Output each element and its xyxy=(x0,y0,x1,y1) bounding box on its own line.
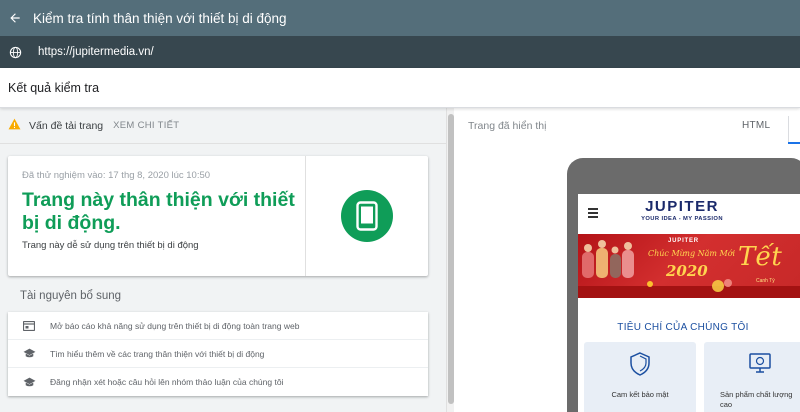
left-panel-scrollbar[interactable] xyxy=(446,108,454,412)
phone-screen[interactable]: JUPITER YOUR IDEA - MY PASSION JUPITER C… xyxy=(578,194,800,412)
globe-icon xyxy=(0,46,30,59)
back-arrow-icon[interactable] xyxy=(0,11,30,25)
banner-year: 2020 xyxy=(666,262,708,280)
resource-label: Tìm hiểu thêm về các trang thân thiện vớ… xyxy=(50,348,265,359)
banner-greeting: Chúc Mừng Năm Mới xyxy=(648,249,736,258)
banner-subtitle: Canh Tý xyxy=(756,278,775,284)
hamburger-menu-icon[interactable] xyxy=(588,208,598,220)
tab-separator xyxy=(788,116,800,144)
resource-item-report[interactable]: Mở báo cáo khả năng sử dụng trên thiết b… xyxy=(8,312,428,340)
banner-tet: Tết xyxy=(738,242,782,272)
criteria-section-title: TIÊU CHÍ CỦA CHÚNG TÔI xyxy=(617,322,749,333)
page-loading-issues-row: Vấn đề tải trang XEM CHI TIẾT xyxy=(0,108,446,144)
site-header: JUPITER YOUR IDEA - MY PASSION xyxy=(578,194,800,232)
left-panel: Vấn đề tải trang XEM CHI TIẾT Đã thử ngh… xyxy=(0,108,446,412)
new-year-banner[interactable]: JUPITER Chúc Mừng Năm Mới 2020 Tết Canh … xyxy=(578,234,800,298)
banner-logo: JUPITER xyxy=(668,238,699,244)
tab-html[interactable]: HTML xyxy=(742,120,770,131)
resources-list: Mở báo cáo khả năng sử dụng trên thiết b… xyxy=(8,312,428,396)
resource-label: Đăng nhận xét hoặc câu hỏi lên nhóm thảo… xyxy=(50,377,284,387)
feature-card-quality[interactable]: Sản phẩm chất lượng cao xyxy=(704,342,800,412)
tested-url[interactable]: https://jupitermedia.vn/ xyxy=(38,46,154,58)
preview-tabs: Trang đã hiển thị HTML xyxy=(454,108,800,144)
feature-label: Cam kết bảo mật xyxy=(611,390,669,399)
view-details-link[interactable]: XEM CHI TIẾT xyxy=(113,120,179,131)
mobile-friendly-badge xyxy=(341,190,393,242)
resource-label: Mở báo cáo khả năng sử dụng trên thiết b… xyxy=(50,320,300,331)
url-bar: https://jupitermedia.vn/ xyxy=(0,36,800,68)
results-header: Kết quả kiểm tra xyxy=(0,68,800,108)
preview-panel: Trang đã hiển thị HTML JUPITER YOUR IDEA… xyxy=(454,108,800,412)
resource-item-learn-more[interactable]: Tìm hiểu thêm về các trang thân thiện vớ… xyxy=(8,340,428,368)
result-headline: Trang này thân thiện với thiết bị di độn… xyxy=(22,189,295,234)
site-brand: JUPITER xyxy=(645,198,719,215)
card-divider xyxy=(305,156,306,276)
tab-rendered-page[interactable]: Trang đã hiển thị xyxy=(468,120,546,132)
result-subtext: Trang này dễ sử dụng trên thiết bị di độ… xyxy=(22,240,199,251)
site-logo[interactable]: JUPITER YOUR IDEA - MY PASSION xyxy=(634,198,730,222)
resource-item-discussion[interactable]: Đăng nhận xét hoặc câu hỏi lên nhóm thảo… xyxy=(8,368,428,396)
report-icon xyxy=(22,320,36,331)
result-card: Đã thử nghiệm vào: 17 thg 8, 2020 lúc 10… xyxy=(8,156,428,276)
warning-icon xyxy=(8,117,21,135)
active-tab-indicator xyxy=(788,142,800,144)
monitor-icon xyxy=(704,352,800,374)
school-icon xyxy=(22,348,36,359)
feature-label: Sản phẩm chất lượng cao xyxy=(720,390,793,409)
shield-icon xyxy=(584,352,696,376)
phone-frame: JUPITER YOUR IDEA - MY PASSION JUPITER C… xyxy=(567,158,800,412)
results-title: Kết quả kiểm tra xyxy=(8,80,100,95)
school-icon xyxy=(22,377,36,388)
top-bar: Kiểm tra tính thân thiện với thiết bị di… xyxy=(0,0,800,36)
warning-label: Vấn đề tải trang xyxy=(29,119,104,132)
smartphone-icon xyxy=(356,201,378,231)
feature-card-security[interactable]: Cam kết bảo mật xyxy=(584,342,696,412)
tested-timestamp: Đã thử nghiệm vào: 17 thg 8, 2020 lúc 10… xyxy=(22,170,211,181)
page-title: Kiểm tra tính thân thiện với thiết bị di… xyxy=(33,10,287,26)
site-tagline: YOUR IDEA - MY PASSION xyxy=(641,216,723,222)
resources-title: Tài nguyên bổ sung xyxy=(20,290,122,302)
